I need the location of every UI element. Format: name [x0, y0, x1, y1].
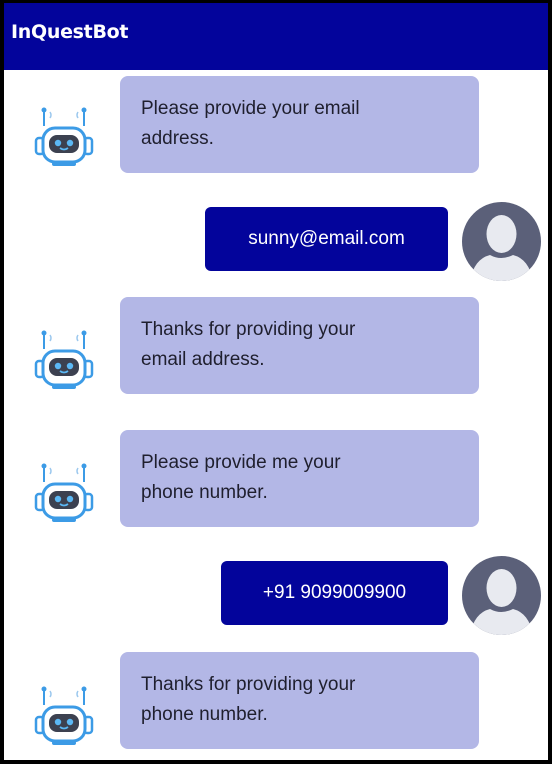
message-text: sunny@email.com [248, 228, 405, 249]
robot-icon [34, 327, 94, 393]
message-text: +91 9099009900 [262, 582, 407, 603]
message-line: Thanks for providing your [141, 674, 356, 695]
robot-icon [34, 683, 94, 749]
message-line: phone number. [141, 704, 268, 725]
message-line: phone number. [141, 482, 268, 503]
bot-message: Please provide me your phone number. [120, 430, 479, 527]
chat-window: InQuestBot Please provide your email add… [0, 0, 552, 764]
robot-icon [34, 460, 94, 526]
bot-message: Thanks for providing your phone number. [120, 652, 479, 749]
chat-title: InQuestBot [11, 21, 129, 43]
user-avatar-icon [462, 202, 541, 281]
message-line: Please provide your email [141, 98, 360, 119]
robot-icon [34, 104, 94, 170]
message-line: address. [141, 128, 214, 149]
chat-header: InQuestBot [4, 0, 548, 70]
user-message: +91 9099009900 [221, 561, 448, 625]
bot-message: Thanks for providing your email address. [120, 297, 479, 394]
message-line: Thanks for providing your [141, 319, 356, 340]
message-line: email address. [141, 349, 265, 370]
bot-message: Please provide your email address. [120, 76, 479, 173]
user-avatar-icon [462, 556, 541, 635]
user-message: sunny@email.com [205, 207, 448, 271]
message-line: Please provide me your [141, 452, 341, 473]
